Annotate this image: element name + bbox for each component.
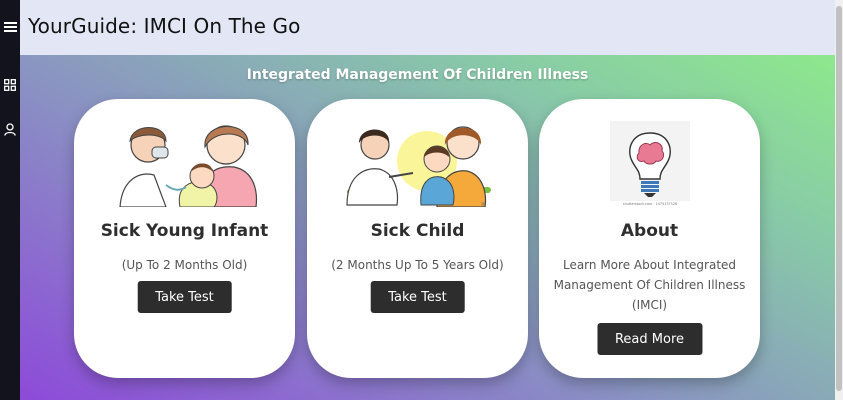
sidebar	[0, 0, 20, 400]
take-test-button-child[interactable]: Take Test	[370, 281, 465, 313]
card-subtitle: Learn More About Integrated Management O…	[553, 258, 746, 312]
user-icon[interactable]	[3, 122, 17, 136]
card-title: Sick Young Infant	[100, 221, 269, 241]
app-title: YourGuide: IMCI On The Go	[28, 14, 301, 38]
svg-text:@: @	[481, 201, 485, 206]
scrollbar-thumb[interactable]	[836, 6, 842, 391]
grid-icon[interactable]	[3, 78, 17, 92]
menu-icon[interactable]	[3, 20, 17, 34]
sick-young-infant-card: Sick Young Infant (Up To 2 Months Old) T…	[74, 99, 295, 378]
take-test-button-infant[interactable]: Take Test	[137, 281, 232, 313]
child-with-doctor-illustration: @	[341, 121, 495, 211]
card-subtitle: (2 Months Up To 5 Years Old)	[331, 258, 504, 272]
scrollbar[interactable]	[835, 0, 843, 400]
card-subtitle: (Up To 2 Months Old)	[121, 258, 248, 272]
about-card: shutterstock.com · 1475137526 About Lear…	[539, 99, 760, 378]
sick-child-card: @ Sick Child (2 Months Up To 5 Years Old…	[307, 99, 528, 378]
section-headline: Integrated Management Of Children Illnes…	[246, 67, 589, 83]
top-bar: YourGuide: IMCI On The Go	[20, 0, 835, 55]
main-section: Integrated Management Of Children Illnes…	[20, 55, 835, 400]
infant-with-doctor-illustration	[110, 121, 260, 211]
card-title: About	[620, 221, 679, 241]
card-title: Sick Child	[370, 221, 465, 241]
brain-lightbulb-illustration: shutterstock.com · 1475137526	[609, 121, 690, 211]
image-caption: shutterstock.com · 1475137526	[622, 202, 676, 206]
read-more-button[interactable]: Read More	[596, 323, 703, 355]
